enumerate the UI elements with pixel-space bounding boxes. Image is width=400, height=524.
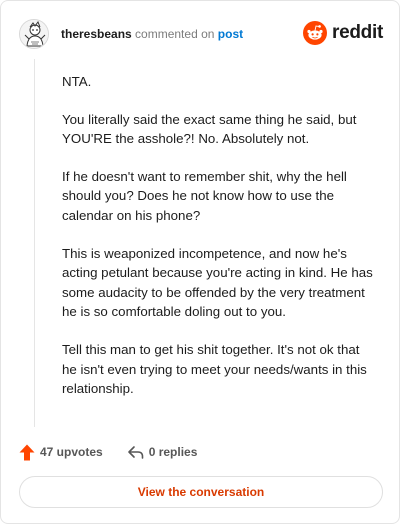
- reddit-wordmark: reddit: [332, 22, 383, 43]
- avatar-icon: [20, 20, 48, 48]
- upvotes-count: 47 upvotes: [40, 445, 103, 459]
- username-link[interactable]: theresbeans: [61, 27, 132, 41]
- comment-card: theresbeans commented on post reddit NTA…: [0, 0, 400, 524]
- replies-button[interactable]: 0 replies: [127, 445, 198, 460]
- comment-paragraph: Tell this man to get his shit together. …: [62, 341, 367, 397]
- reddit-snoo-icon: [303, 21, 328, 45]
- avatar[interactable]: [19, 19, 49, 49]
- reply-arrow-icon: [127, 445, 144, 459]
- comment-paragraph: This is weaponized incompetence, and now…: [62, 245, 373, 320]
- comment-meta: theresbeans commented on post: [61, 26, 243, 42]
- post-link[interactable]: post: [218, 27, 243, 41]
- upvote-button[interactable]: 47 upvotes: [19, 444, 103, 461]
- reddit-logo[interactable]: reddit: [303, 21, 383, 45]
- upvote-arrow-icon: [19, 444, 35, 460]
- comment-actions: 47 upvotes 0 replies: [19, 441, 197, 463]
- comment-paragraph: NTA.: [62, 74, 92, 89]
- comment-header: theresbeans commented on post reddit: [19, 17, 383, 51]
- comment-body: NTA. You literally said the exact same t…: [62, 72, 374, 417]
- thread-line: [34, 59, 35, 427]
- replies-count: 0 replies: [148, 445, 198, 459]
- comment-paragraph: If he doesn't want to remember shit, why…: [62, 168, 347, 223]
- comment-paragraph: You literally said the exact same thing …: [62, 111, 357, 147]
- view-conversation-button[interactable]: View the conversation: [19, 476, 383, 508]
- action-text: commented on: [135, 27, 215, 41]
